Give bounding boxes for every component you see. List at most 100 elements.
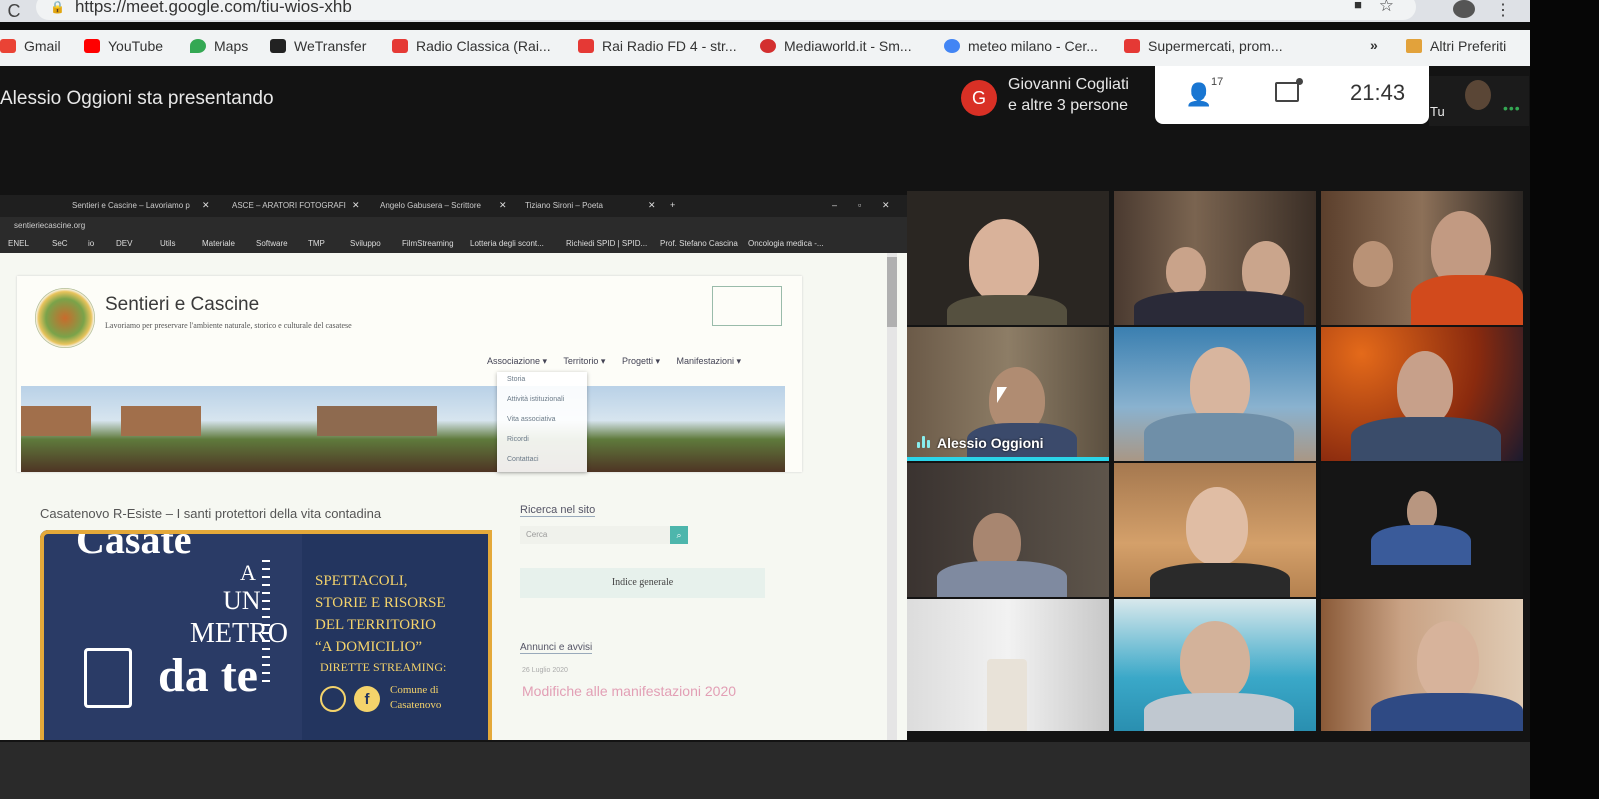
- bookmark-rai-radio[interactable]: Rai Radio FD 4 - str...: [578, 38, 737, 54]
- supermarket-icon: [1124, 39, 1140, 53]
- participant-body: [1144, 413, 1294, 461]
- joiner-avatar: G: [961, 80, 997, 116]
- bookmark-meteo[interactable]: meteo milano - Cer...: [944, 38, 1098, 54]
- participant-tile[interactable]: [1321, 599, 1523, 731]
- meeting-clock: 21:43: [1350, 80, 1406, 105]
- participant-tile[interactable]: [907, 463, 1109, 597]
- participant-tile[interactable]: [1114, 599, 1316, 731]
- participant-tile[interactable]: [1321, 463, 1523, 597]
- search-section-title: Ricerca nel sito: [520, 504, 596, 517]
- shared-tab-strip: Sentieri e Cascine – Lavoriamo p ✕ ASCE …: [0, 195, 907, 217]
- dropdown-item: Contattaci: [507, 456, 539, 463]
- bookmark-supermercati[interactable]: Supermercati, prom...: [1124, 38, 1283, 54]
- nav-associazione: Associazione ▾: [487, 356, 548, 366]
- site-subtitle: Lavoriamo per preservare l'ambiente natu…: [105, 321, 352, 330]
- other-bookmarks-folder[interactable]: Altri Preferiti: [1406, 38, 1506, 54]
- profile-avatar[interactable]: [1453, 0, 1475, 18]
- people-count: 17: [1211, 76, 1224, 88]
- participant-tile[interactable]: [1114, 327, 1316, 461]
- google-icon: [944, 39, 960, 53]
- camera-icon[interactable]: ■: [1354, 0, 1362, 12]
- shared-bookmark: Sviluppo: [350, 239, 381, 248]
- index-button: Indice generale: [520, 568, 765, 598]
- search-icon: ⌕: [670, 526, 688, 544]
- shared-scroll-thumb: [887, 257, 897, 327]
- shared-bookmarks-bar: ENEL SeC io DEV Utils Materiale Software…: [0, 235, 907, 253]
- join-notification: Giovanni Cogliati e altre 3 persone: [1008, 74, 1129, 116]
- lock-icon: 🔒: [50, 0, 65, 14]
- nav-territorio: Territorio ▾: [563, 356, 606, 366]
- browser-toolbar: C 🔒 https://meet.google.com/tiu-wios-xhb…: [0, 0, 1530, 22]
- url-text: https://meet.google.com/tiu-wios-xhb: [74, 0, 352, 16]
- participant-body: [947, 295, 1067, 325]
- joiner-name: Giovanni Cogliati: [1008, 76, 1129, 93]
- mediaworld-icon: [760, 39, 776, 53]
- people-icon[interactable]: 👤: [1185, 82, 1212, 108]
- bookmark-mediaworld[interactable]: Mediaworld.it - Sm...: [760, 38, 912, 54]
- associazione-dropdown: Storia Attività istituzionali Vita assoc…: [497, 372, 587, 472]
- participant-body: [1371, 525, 1471, 565]
- address-bar[interactable]: 🔒 https://meet.google.com/tiu-wios-xhb ■…: [36, 0, 1416, 20]
- bookmark-gmail[interactable]: Gmail: [0, 38, 61, 54]
- active-speaker-border: [907, 457, 1109, 461]
- gmail-icon: [0, 39, 16, 53]
- participant-tile[interactable]: [1321, 191, 1523, 325]
- folder-icon: [1406, 39, 1422, 53]
- shared-bookmark: Utils: [160, 239, 176, 248]
- maps-pin-icon: [190, 39, 206, 53]
- event-poster: Casate A UN METRO da te SPETTACOLI, STOR…: [40, 530, 492, 740]
- participant-face: [1186, 487, 1248, 565]
- shared-bookmark: Oncologia medica -...: [748, 239, 824, 248]
- participant-tile[interactable]: [907, 191, 1109, 325]
- monitor-edge: [1530, 0, 1599, 799]
- participant-face: [1397, 351, 1453, 425]
- self-view-person: [1465, 80, 1491, 110]
- announcements-title: Annunci e avvisi: [520, 642, 593, 654]
- participant-tile[interactable]: [907, 599, 1109, 731]
- participant-face: [1417, 621, 1479, 701]
- browser-menu-icon[interactable]: ⋮: [1495, 0, 1511, 20]
- site-stamp-image: [712, 286, 782, 326]
- bookmark-radio-classica[interactable]: Radio Classica (Rai...: [392, 38, 551, 54]
- shared-bookmark: Prof. Stefano Cascina: [660, 239, 738, 248]
- announcement-date: 26 Luglio 2020: [522, 667, 568, 674]
- close-icon: ✕: [648, 200, 656, 210]
- bookmark-wetransfer[interactable]: WeTransfer: [270, 38, 366, 54]
- shared-bookmark: ENEL: [8, 239, 29, 248]
- radio-icon: [578, 39, 594, 53]
- participant-tile-alessio[interactable]: Alessio Oggioni: [907, 327, 1109, 461]
- close-icon: ✕: [202, 200, 210, 210]
- site-title: Sentieri e Cascine: [105, 294, 260, 315]
- shared-url: sentieriecascine.org: [14, 221, 86, 230]
- shared-tab: Sentieri e Cascine – Lavoriamo p: [72, 201, 190, 210]
- bookmark-youtube[interactable]: YouTube: [84, 38, 163, 54]
- dropdown-item: Ricordi: [507, 436, 529, 443]
- reload-icon[interactable]: C: [0, 1, 28, 22]
- shared-bookmark: io: [88, 239, 95, 248]
- participant-grid: Alessio Oggioni: [907, 191, 1523, 738]
- chat-icon[interactable]: [1275, 78, 1303, 102]
- radio-icon: [392, 39, 408, 53]
- shared-tab: ASCE – ARATORI FOTOGRAFI: [232, 201, 346, 210]
- participant-tile[interactable]: [1114, 463, 1316, 597]
- presented-screen: Sentieri e Cascine – Lavoriamo p ✕ ASCE …: [0, 195, 907, 740]
- shared-bookmark: Software: [256, 239, 288, 248]
- participant-tile[interactable]: [1114, 191, 1316, 325]
- monitor-bottom-bezel: [0, 742, 1530, 799]
- speaking-indicator-icon: [917, 435, 933, 449]
- participant-tile[interactable]: [1321, 327, 1523, 461]
- shared-bookmark: Richiedi SPID | SPID...: [566, 239, 648, 248]
- banner-house: [317, 406, 437, 436]
- mouse-cursor-icon: [997, 387, 1007, 403]
- bookmark-maps[interactable]: Maps: [190, 38, 248, 54]
- meeting-details-panel: 👤 17 21:43: [1155, 66, 1429, 124]
- bookmark-star-icon[interactable]: ☆: [1379, 0, 1394, 16]
- self-options-icon[interactable]: •••: [1503, 100, 1521, 116]
- bookmarks-bar: Gmail YouTube Maps WeTransfer Radio Clas…: [0, 30, 1530, 66]
- participant-face: [969, 219, 1039, 303]
- shared-web-page: Sentieri e Cascine Lavoriamo per preserv…: [0, 253, 907, 740]
- poster-frame: [40, 530, 492, 740]
- dropdown-item: Storia: [507, 376, 526, 383]
- joiner-others: e altre 3 persone: [1008, 97, 1129, 114]
- more-bookmarks-button[interactable]: »: [1370, 37, 1378, 53]
